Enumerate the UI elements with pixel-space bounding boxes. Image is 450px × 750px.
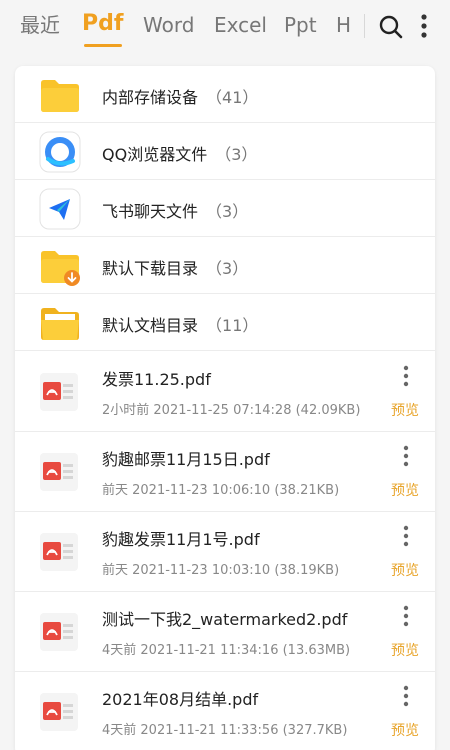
top-bar: 最近 Pdf Word Excel Ppt H	[0, 0, 450, 56]
pdf-file-icon	[40, 533, 78, 571]
preview-link[interactable]: 预览	[391, 640, 419, 660]
folder-label: 默认下载目录 （3）	[102, 255, 248, 279]
active-tab-indicator	[84, 44, 122, 47]
folder-icon	[41, 80, 79, 112]
preview-link[interactable]: 预览	[391, 480, 419, 500]
more-options-button[interactable]	[414, 12, 434, 42]
file-name: 豹趣邮票11月15日.pdf	[102, 450, 270, 469]
file-meta: 2小时前 2021-11-25 07:14:28 (42.09KB)	[102, 403, 361, 418]
folder-count: （41）	[206, 88, 259, 107]
tab-ppt[interactable]: Ppt	[284, 11, 317, 39]
folder-row-internal-storage[interactable]: 内部存储设备 （41）	[15, 66, 435, 123]
more-vertical-icon	[421, 14, 427, 38]
download-folder-icon	[41, 251, 80, 286]
more-vertical-icon[interactable]	[399, 444, 413, 468]
pdf-file-icon	[40, 453, 78, 491]
pdf-file-icon	[40, 373, 78, 411]
folder-label: 默认文档目录 （11）	[102, 312, 258, 336]
folder-label: QQ浏览器文件 （3）	[102, 141, 257, 165]
search-button[interactable]	[377, 13, 405, 41]
file-name: 豹趣发票11月1号.pdf	[102, 530, 260, 549]
file-meta: 前天 2021-11-23 10:06:10 (38.21KB)	[102, 483, 340, 498]
folder-row-downloads[interactable]: 默认下载目录 （3）	[15, 237, 435, 294]
tab-pdf[interactable]: Pdf	[82, 10, 123, 38]
file-meta: 前天 2021-11-23 10:03:10 (38.19KB)	[102, 563, 340, 578]
folder-count: （3）	[206, 259, 249, 278]
folder-row-feishu[interactable]: 飞书聊天文件 （3）	[15, 180, 435, 237]
file-name: 发票11.25.pdf	[102, 370, 211, 389]
more-vertical-icon[interactable]	[399, 524, 413, 548]
file-row[interactable]: 发票11.25.pdf 2小时前 2021-11-25 07:14:28 (42…	[15, 352, 435, 432]
tab-excel[interactable]: Excel	[214, 11, 267, 39]
folder-row-documents[interactable]: 默认文档目录 （11）	[15, 294, 435, 351]
file-row[interactable]: 测试一下我2_watermarked2.pdf 4天前 2021-11-21 1…	[15, 592, 435, 672]
file-meta: 4天前 2021-11-21 11:34:16 (13.63MB)	[102, 643, 351, 658]
folder-name: QQ浏览器文件	[102, 145, 208, 164]
file-meta: 4天前 2021-11-21 11:33:56 (327.7KB)	[102, 723, 348, 738]
file-row[interactable]: 2021年08月结单.pdf 4天前 2021-11-21 11:33:56 (…	[15, 672, 435, 750]
file-name: 2021年08月结单.pdf	[102, 690, 259, 709]
pdf-file-icon	[40, 693, 78, 731]
feishu-icon	[39, 188, 81, 230]
file-row[interactable]: 豹趣邮票11月15日.pdf 前天 2021-11-23 10:06:10 (3…	[15, 432, 435, 512]
preview-link[interactable]: 预览	[391, 720, 419, 740]
folder-label: 飞书聊天文件 （3）	[102, 198, 248, 222]
folder-count: （3）	[215, 145, 258, 164]
folder-row-qq-browser[interactable]: QQ浏览器文件 （3）	[15, 123, 435, 180]
open-folder-icon	[41, 308, 79, 340]
more-vertical-icon[interactable]	[399, 684, 413, 708]
tab-word[interactable]: Word	[143, 11, 194, 39]
qq-browser-icon	[39, 131, 81, 173]
folder-name: 默认文档目录	[102, 316, 199, 335]
tab-recent[interactable]: 最近	[20, 11, 60, 39]
file-row[interactable]: 豹趣发票11月1号.pdf 前天 2021-11-23 10:03:10 (38…	[15, 512, 435, 592]
file-type-tabs: 最近 Pdf Word Excel Ppt H	[0, 0, 362, 56]
folder-count: （11）	[206, 316, 259, 335]
file-name: 测试一下我2_watermarked2.pdf	[102, 610, 348, 629]
divider	[364, 14, 365, 38]
folder-name: 飞书聊天文件	[102, 202, 199, 221]
folder-name: 内部存储设备	[102, 88, 199, 107]
pdf-file-icon	[40, 613, 78, 651]
more-vertical-icon[interactable]	[399, 364, 413, 388]
preview-link[interactable]: 预览	[391, 560, 419, 580]
folder-count: （3）	[206, 202, 249, 221]
search-icon	[379, 15, 403, 39]
preview-link[interactable]: 预览	[391, 400, 419, 420]
tab-html[interactable]: H	[336, 11, 351, 39]
file-list-card: 内部存储设备 （41） QQ浏览器文件 （3） 飞书聊天文件 （3） 默认下载目…	[15, 66, 435, 750]
folder-label: 内部存储设备 （41）	[102, 84, 258, 108]
more-vertical-icon[interactable]	[399, 604, 413, 628]
folder-name: 默认下载目录	[102, 259, 199, 278]
